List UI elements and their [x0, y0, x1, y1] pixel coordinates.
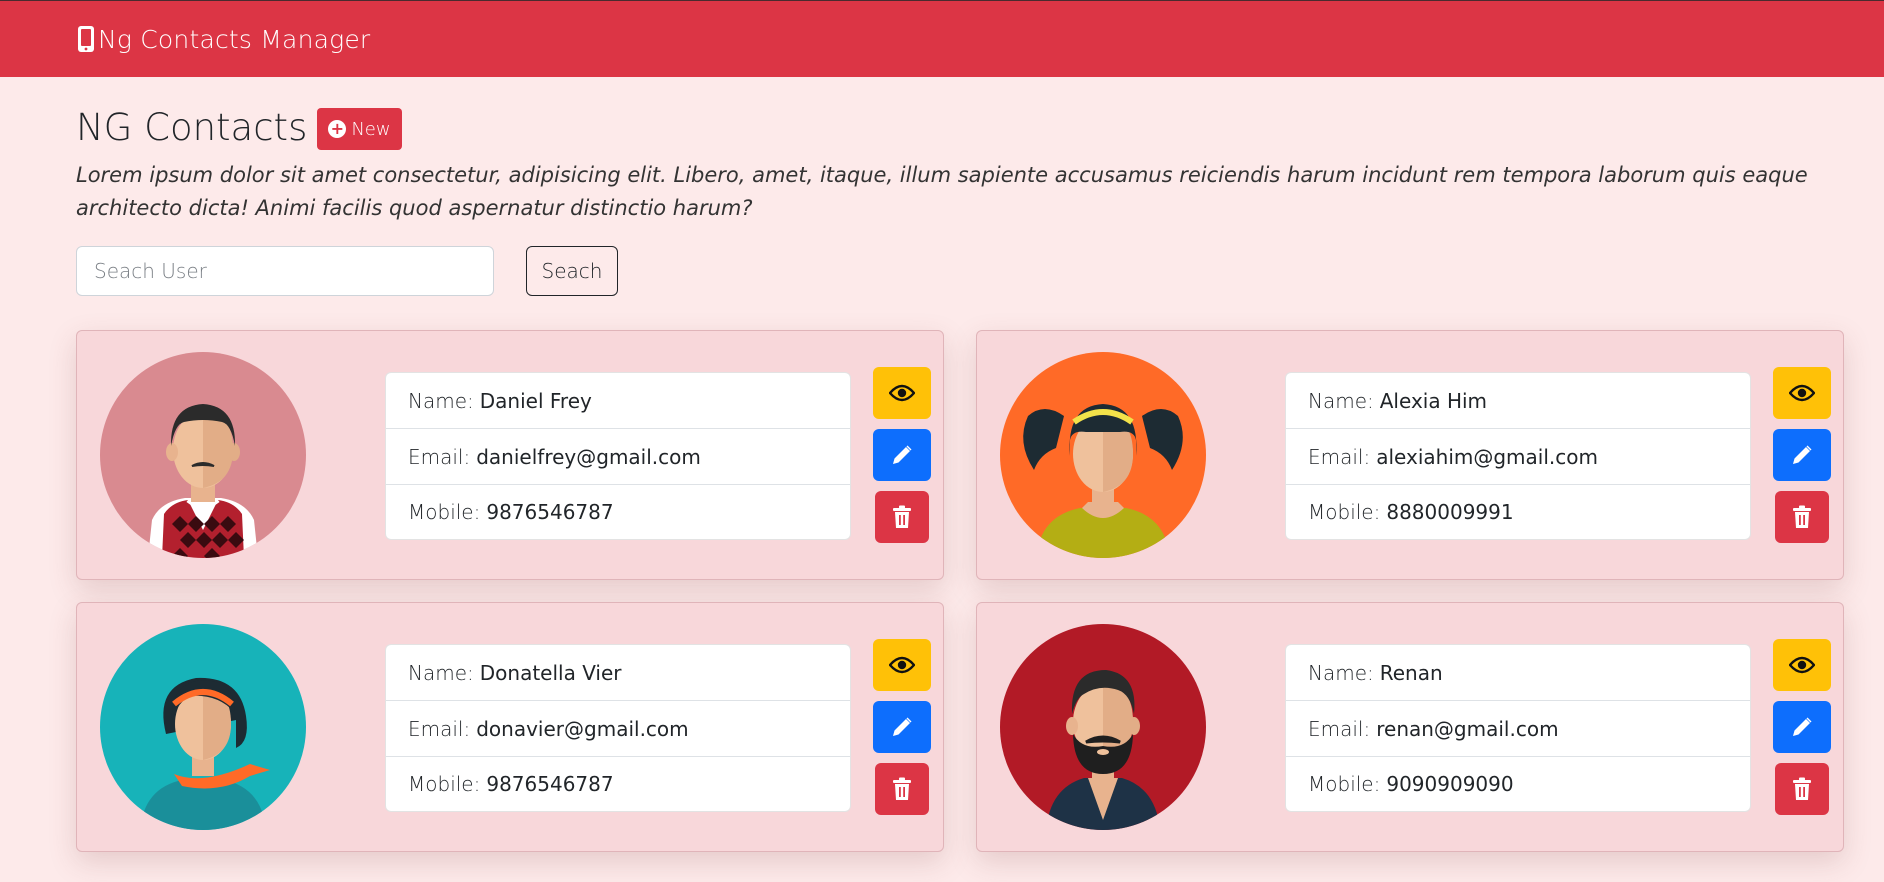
mobile-phone-icon [78, 26, 94, 52]
contact-info: Name: Renan Email: renan@gmail.com Mobil… [1285, 644, 1751, 812]
delete-contact-button[interactable] [875, 491, 929, 543]
contact-mobile: 9876546787 [486, 772, 614, 796]
search-input[interactable] [76, 246, 494, 296]
email-label: Email: [408, 716, 471, 741]
woman-avatar-icon [100, 624, 306, 830]
contact-email: alexiahim@gmail.com [1376, 444, 1598, 469]
name-label: Name: [408, 660, 474, 685]
email-row: Email: renan@gmail.com [1286, 701, 1750, 757]
page-title: NG Contacts [76, 105, 308, 149]
contact-info: Name: Alexia Him Email: alexiahim@gmail.… [1285, 372, 1751, 540]
contact-card: Name: Alexia Him Email: alexiahim@gmail.… [976, 330, 1844, 580]
brand-label: Ng Contacts Manager [98, 24, 371, 54]
edit-contact-button[interactable] [873, 701, 931, 753]
delete-contact-button[interactable] [875, 763, 929, 815]
contact-mobile: 9876546787 [486, 500, 614, 524]
contact-name: Donatella Vier [479, 660, 622, 685]
contact-card: Name: Renan Email: renan@gmail.com Mobil… [976, 602, 1844, 852]
avatar [100, 624, 306, 830]
woman-avatar-icon [1000, 352, 1206, 558]
contact-mobile: 8880009991 [1386, 500, 1514, 524]
trash-icon [893, 777, 911, 800]
edit-contact-button[interactable] [873, 429, 931, 481]
search-button[interactable]: Seach [526, 246, 618, 296]
eye-icon [1789, 384, 1815, 402]
contact-info: Name: Daniel Frey Email: danielfrey@gmai… [385, 372, 851, 540]
man-avatar-icon [100, 352, 306, 558]
email-label: Email: [1308, 716, 1371, 741]
contact-email: donavier@gmail.com [476, 716, 689, 741]
mobile-label: Mobile: [408, 500, 481, 524]
pencil-icon [893, 717, 912, 736]
email-row: Email: alexiahim@gmail.com [1286, 429, 1750, 485]
mobile-label: Mobile: [1308, 500, 1381, 524]
contact-email: renan@gmail.com [1376, 716, 1559, 741]
avatar [100, 352, 306, 558]
trash-icon [1793, 777, 1811, 800]
navbar: Ng Contacts Manager [0, 0, 1884, 77]
pencil-icon [1793, 445, 1812, 464]
email-label: Email: [1308, 444, 1371, 469]
pencil-icon [1793, 717, 1812, 736]
name-row: Name: Alexia Him [1286, 373, 1750, 429]
eye-icon [1789, 656, 1815, 674]
delete-contact-button[interactable] [1775, 763, 1829, 815]
eye-icon [889, 656, 915, 674]
edit-contact-button[interactable] [1773, 701, 1831, 753]
bearded-man-avatar-icon [1000, 624, 1206, 830]
contact-name: Daniel Frey [479, 388, 592, 413]
contact-card: Name: Daniel Frey Email: danielfrey@gmai… [76, 330, 944, 580]
new-contact-button[interactable]: + New [317, 108, 402, 150]
contact-email: danielfrey@gmail.com [476, 444, 701, 469]
pencil-icon [893, 445, 912, 464]
eye-icon [889, 384, 915, 402]
delete-contact-button[interactable] [1775, 491, 1829, 543]
plus-circle-icon: + [328, 120, 347, 138]
name-row: Name: Daniel Frey [386, 373, 850, 429]
mobile-row: Mobile: 8880009991 [1286, 485, 1750, 539]
page-header: NG Contacts + New [76, 104, 402, 150]
avatar [1000, 352, 1206, 558]
view-contact-button[interactable] [1773, 367, 1831, 419]
trash-icon [1793, 505, 1811, 528]
email-label: Email: [408, 444, 471, 469]
contact-name: Alexia Him [1379, 388, 1488, 413]
avatar [1000, 624, 1206, 830]
mobile-row: Mobile: 9876546787 [386, 485, 850, 539]
trash-icon [893, 505, 911, 528]
name-row: Name: Renan [1286, 645, 1750, 701]
view-contact-button[interactable] [873, 367, 931, 419]
name-label: Name: [1308, 660, 1374, 685]
new-button-label: New [351, 118, 391, 140]
view-contact-button[interactable] [1773, 639, 1831, 691]
name-row: Name: Donatella Vier [386, 645, 850, 701]
mobile-row: Mobile: 9090909090 [1286, 757, 1750, 811]
brand-link[interactable]: Ng Contacts Manager [76, 25, 370, 54]
name-label: Name: [408, 388, 474, 413]
contact-mobile: 9090909090 [1386, 772, 1514, 796]
view-contact-button[interactable] [873, 639, 931, 691]
page-description: Lorem ipsum dolor sit amet consectetur, … [76, 163, 1808, 220]
edit-contact-button[interactable] [1773, 429, 1831, 481]
contact-info: Name: Donatella Vier Email: donavier@gma… [385, 644, 851, 812]
email-row: Email: donavier@gmail.com [386, 701, 850, 757]
mobile-row: Mobile: 9876546787 [386, 757, 850, 811]
name-label: Name: [1308, 388, 1374, 413]
contact-card: Name: Donatella Vier Email: donavier@gma… [76, 602, 944, 852]
contact-name: Renan [1379, 660, 1443, 685]
mobile-label: Mobile: [408, 772, 481, 796]
mobile-label: Mobile: [1308, 772, 1381, 796]
email-row: Email: danielfrey@gmail.com [386, 429, 850, 485]
